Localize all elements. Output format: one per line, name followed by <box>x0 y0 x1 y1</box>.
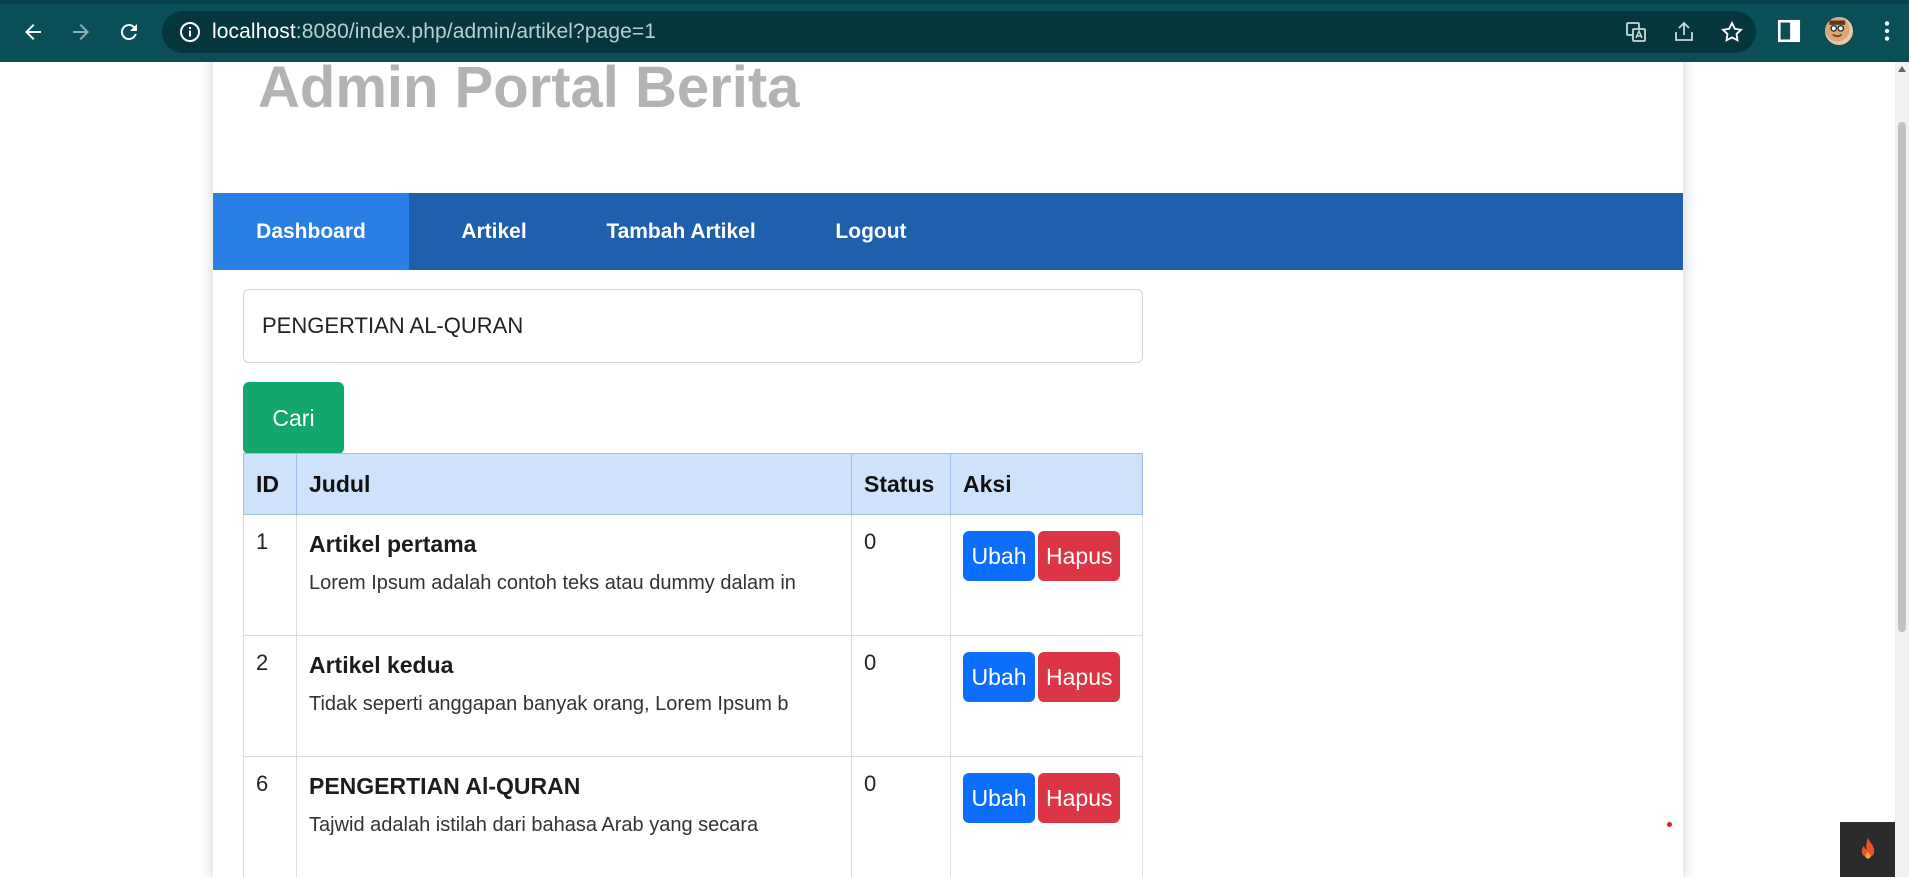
row-status: 0 <box>851 756 951 877</box>
side-panel-icon[interactable] <box>1776 18 1802 44</box>
address-bar[interactable]: localhost:8080/index.php/admin/artikel?p… <box>162 11 1756 53</box>
back-button[interactable] <box>16 15 50 49</box>
row-status: 0 <box>851 514 951 636</box>
table-row: 6 PENGERTIAN Al-QURAN Tajwid adalah isti… <box>243 756 1143 877</box>
profile-face-icon <box>1825 17 1850 42</box>
nav-logout[interactable]: Logout <box>783 193 959 270</box>
row-title: Artikel kedua <box>309 652 454 678</box>
edit-button[interactable]: Ubah <box>963 531 1035 581</box>
debug-toolbar-toggle[interactable] <box>1840 822 1895 877</box>
scroll-thumb[interactable] <box>1898 122 1906 632</box>
red-dot-marker <box>1667 822 1672 827</box>
row-title: PENGERTIAN Al-QURAN <box>309 773 581 799</box>
page-viewport: Admin Portal Berita Dashboard Artikel Ta… <box>0 62 1909 877</box>
articles-table: ID Judul Status Aksi 1 Artikel pertama L… <box>243 453 1143 877</box>
search-button[interactable]: Cari <box>243 382 344 454</box>
page-scrollbar[interactable] <box>1895 62 1909 877</box>
delete-button[interactable]: Hapus <box>1038 652 1120 702</box>
search-input[interactable]: PENGERTIAN AL-QURAN <box>243 289 1143 363</box>
delete-button[interactable]: Hapus <box>1038 773 1120 823</box>
table-row: 1 Artikel pertama Lorem Ipsum adalah con… <box>243 514 1143 636</box>
main-navbar: Dashboard Artikel Tambah Artikel Logout <box>213 193 1683 270</box>
row-actions: Ubah Hapus <box>950 635 1143 757</box>
row-description: Tajwid adalah istilah dari bahasa Arab y… <box>309 814 759 836</box>
reload-button[interactable] <box>112 15 146 49</box>
url-path: :8080/index.php/admin/artikel?page=1 <box>295 20 657 43</box>
header-status: Status <box>851 453 951 515</box>
reload-icon <box>120 24 137 41</box>
main-container: Admin Portal Berita Dashboard Artikel Ta… <box>213 62 1683 877</box>
row-description: Tidak seperti anggapan banyak orang, Lor… <box>309 693 789 715</box>
flame-icon <box>1861 837 1874 859</box>
tab-strip-edge <box>0 0 1909 4</box>
share-icon[interactable] <box>1672 20 1696 44</box>
translate-icon[interactable] <box>1624 20 1648 44</box>
forward-button[interactable] <box>64 15 98 49</box>
nav-tambah-artikel[interactable]: Tambah Artikel <box>579 193 783 270</box>
row-actions: Ubah Hapus <box>950 514 1143 636</box>
table-row: 2 Artikel kedua Tidak seperti anggapan b… <box>243 635 1143 757</box>
url-text[interactable]: localhost:8080/index.php/admin/artikel?p… <box>212 20 656 44</box>
profile-avatar[interactable] <box>1823 15 1855 47</box>
site-info-icon[interactable] <box>178 20 202 44</box>
back-arrow-icon <box>25 24 41 40</box>
row-status: 0 <box>851 635 951 757</box>
site-title: Admin Portal Berita <box>258 62 800 120</box>
nav-artikel[interactable]: Artikel <box>409 193 579 270</box>
table-header-row: ID Judul Status Aksi <box>243 453 1143 515</box>
row-id: 2 <box>243 635 297 757</box>
row-judul-cell: Artikel kedua Tidak seperti anggapan ban… <box>296 635 852 757</box>
row-description: Lorem Ipsum adalah contoh teks atau dumm… <box>309 572 796 594</box>
row-judul-cell: Artikel pertama Lorem Ipsum adalah conto… <box>296 514 852 636</box>
menu-kebab-icon[interactable] <box>1874 18 1900 44</box>
header-aksi: Aksi <box>950 453 1143 515</box>
edit-button[interactable]: Ubah <box>963 652 1035 702</box>
header-judul: Judul <box>296 453 852 515</box>
edit-button[interactable]: Ubah <box>963 773 1035 823</box>
header-id: ID <box>243 453 297 515</box>
row-judul-cell: PENGERTIAN Al-QURAN Tajwid adalah istila… <box>296 756 852 877</box>
row-id: 6 <box>243 756 297 877</box>
row-title: Artikel pertama <box>309 531 477 557</box>
url-host: localhost <box>212 20 296 43</box>
row-actions: Ubah Hapus <box>950 756 1143 877</box>
row-id: 1 <box>243 514 297 636</box>
scroll-up-arrow-icon[interactable] <box>1898 66 1906 72</box>
forward-arrow-icon <box>73 24 89 40</box>
bookmark-star-icon[interactable] <box>1720 20 1744 44</box>
nav-dashboard[interactable]: Dashboard <box>213 193 409 270</box>
browser-toolbar: localhost:8080/index.php/admin/artikel?p… <box>0 0 1909 62</box>
delete-button[interactable]: Hapus <box>1038 531 1120 581</box>
